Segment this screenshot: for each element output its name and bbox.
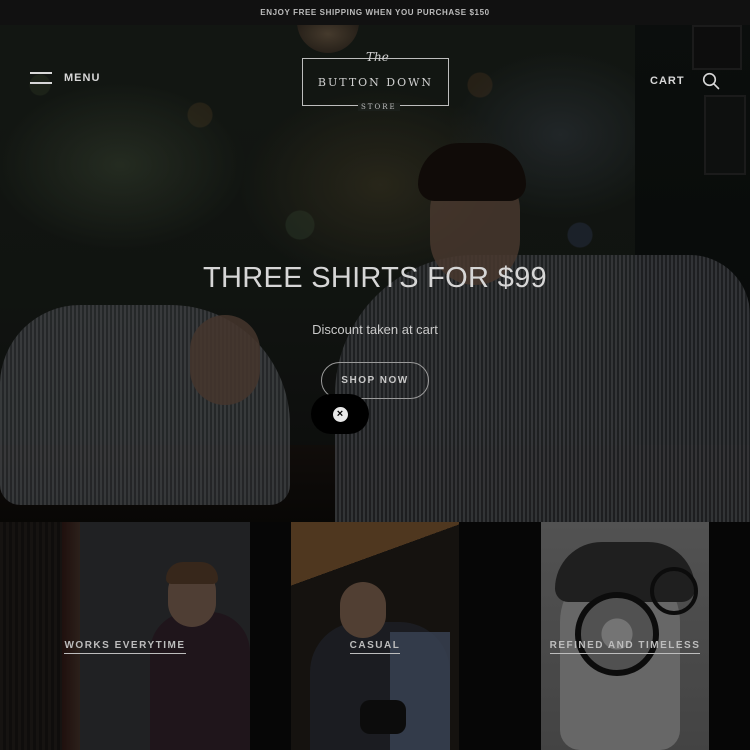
announcement-bar: ENJOY FREE SHIPPING WHEN YOU PURCHASE $1… bbox=[0, 0, 750, 25]
tile-shade bbox=[500, 522, 750, 750]
tile-label-text[interactable]: REFINED AND TIMELESS bbox=[549, 640, 701, 654]
tile-label-text[interactable]: WORKS EVERYTIME bbox=[64, 640, 186, 654]
logo-the: The bbox=[366, 50, 389, 64]
tile-shade bbox=[0, 522, 250, 750]
tile-label[interactable]: REFINED AND TIMELESS bbox=[500, 640, 750, 654]
close-button[interactable]: × bbox=[311, 394, 369, 434]
tile-refined-and-timeless[interactable]: REFINED AND TIMELESS bbox=[500, 522, 750, 750]
menu-label: MENU bbox=[64, 72, 101, 84]
tile-shade bbox=[250, 522, 500, 750]
collection-tiles: WORKS EVERYTIME CASUAL REFINED AND TIMEL… bbox=[0, 522, 750, 750]
tile-works-everytime[interactable]: WORKS EVERYTIME bbox=[0, 522, 250, 750]
tile-label[interactable]: WORKS EVERYTIME bbox=[0, 640, 250, 654]
hamburger-icon[interactable] bbox=[30, 72, 52, 84]
hero-title: THREE SHIRTS FOR $99 bbox=[203, 262, 547, 294]
cart-link[interactable]: CART bbox=[650, 75, 685, 87]
announcement-text: ENJOY FREE SHIPPING WHEN YOU PURCHASE $1… bbox=[260, 8, 490, 17]
logo-main: BUTTON DOWN bbox=[317, 75, 434, 89]
menu-button[interactable]: MENU bbox=[30, 72, 100, 84]
hero-subtitle: Discount taken at cart bbox=[312, 322, 438, 337]
tile-casual[interactable]: CASUAL bbox=[250, 522, 500, 750]
tile-label-text[interactable]: CASUAL bbox=[349, 640, 401, 654]
tile-label[interactable]: CASUAL bbox=[250, 640, 500, 654]
search-icon[interactable] bbox=[702, 72, 720, 90]
store-logo[interactable]: The BUTTON DOWN STORE bbox=[302, 50, 449, 111]
close-icon[interactable]: × bbox=[332, 406, 348, 422]
logo-store: STORE bbox=[358, 103, 400, 111]
